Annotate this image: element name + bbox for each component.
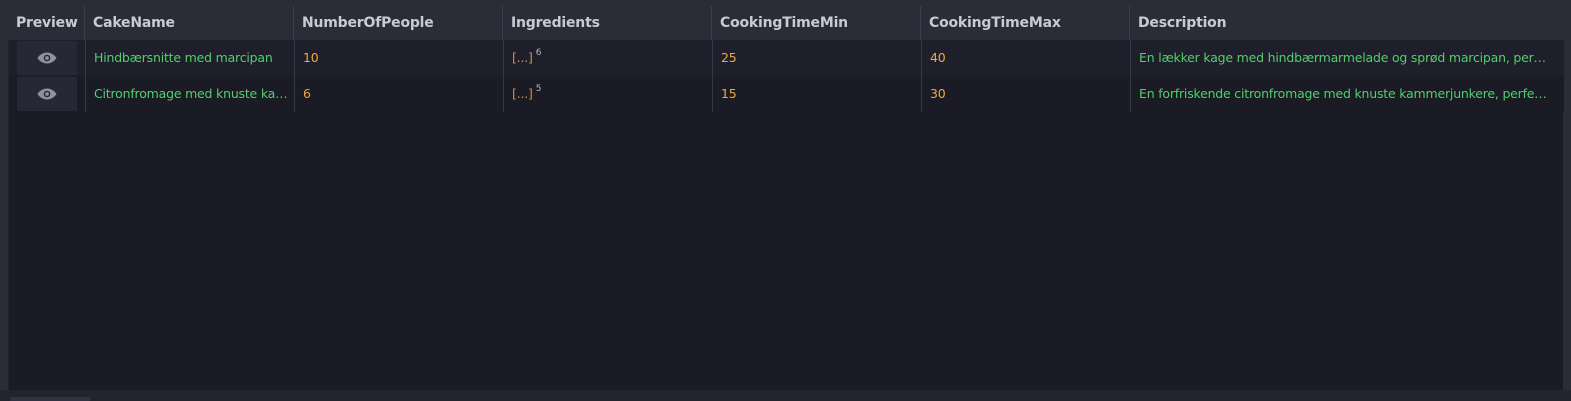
description-cell[interactable]: En lækker kage med hindbærmarmelade og s…	[1130, 40, 1564, 76]
cooking-time-min-cell[interactable]: 15	[712, 76, 921, 112]
cake-name-cell[interactable]: Citronfromage med knuste kam...	[85, 76, 294, 112]
grid-body: Hindbærsnitte med marcipan 10 [...] 6 25 …	[8, 40, 1564, 390]
data-grid-panel: Preview CakeName NumberOfPeople Ingredie…	[0, 0, 1571, 401]
bottom-tab-handle[interactable]	[10, 397, 90, 401]
bottom-bar	[0, 390, 1571, 401]
column-header-numberofpeople[interactable]: NumberOfPeople	[293, 6, 502, 40]
eye-icon	[37, 88, 57, 100]
grid-header: Preview CakeName NumberOfPeople Ingredie…	[8, 6, 1563, 40]
column-header-description[interactable]: Description	[1129, 6, 1563, 40]
column-header-cookingtimemax[interactable]: CookingTimeMax	[920, 6, 1129, 40]
table-row[interactable]: Citronfromage med knuste kam... 6 [...] 5…	[9, 76, 1564, 112]
cake-name-cell[interactable]: Hindbærsnitte med marcipan	[85, 40, 294, 76]
column-header-ingredients[interactable]: Ingredients	[502, 6, 711, 40]
table-row[interactable]: Hindbærsnitte med marcipan 10 [...] 6 25 …	[9, 40, 1564, 76]
cooking-time-min-cell[interactable]: 25	[712, 40, 921, 76]
preview-cell	[9, 40, 85, 76]
column-header-cakename[interactable]: CakeName	[84, 6, 293, 40]
column-header-preview[interactable]: Preview	[8, 6, 84, 40]
ingredients-array-value[interactable]: [...]	[512, 50, 533, 65]
cooking-time-max-cell[interactable]: 40	[921, 40, 1130, 76]
ingredients-count: 6	[535, 48, 542, 58]
ingredients-cell[interactable]: [...] 5	[503, 76, 712, 112]
description-cell[interactable]: En forfriskende citronfromage med knuste…	[1130, 76, 1564, 112]
eye-icon	[37, 52, 57, 64]
ingredients-cell[interactable]: [...] 6	[503, 40, 712, 76]
number-of-people-cell[interactable]: 10	[294, 40, 503, 76]
preview-button[interactable]	[17, 77, 77, 111]
column-header-cookingtimemin[interactable]: CookingTimeMin	[711, 6, 920, 40]
preview-button[interactable]	[17, 41, 77, 75]
number-of-people-cell[interactable]: 6	[294, 76, 503, 112]
ingredients-array-value[interactable]: [...]	[512, 86, 533, 101]
preview-cell	[9, 76, 85, 112]
ingredients-count: 5	[535, 84, 542, 94]
cooking-time-max-cell[interactable]: 30	[921, 76, 1130, 112]
